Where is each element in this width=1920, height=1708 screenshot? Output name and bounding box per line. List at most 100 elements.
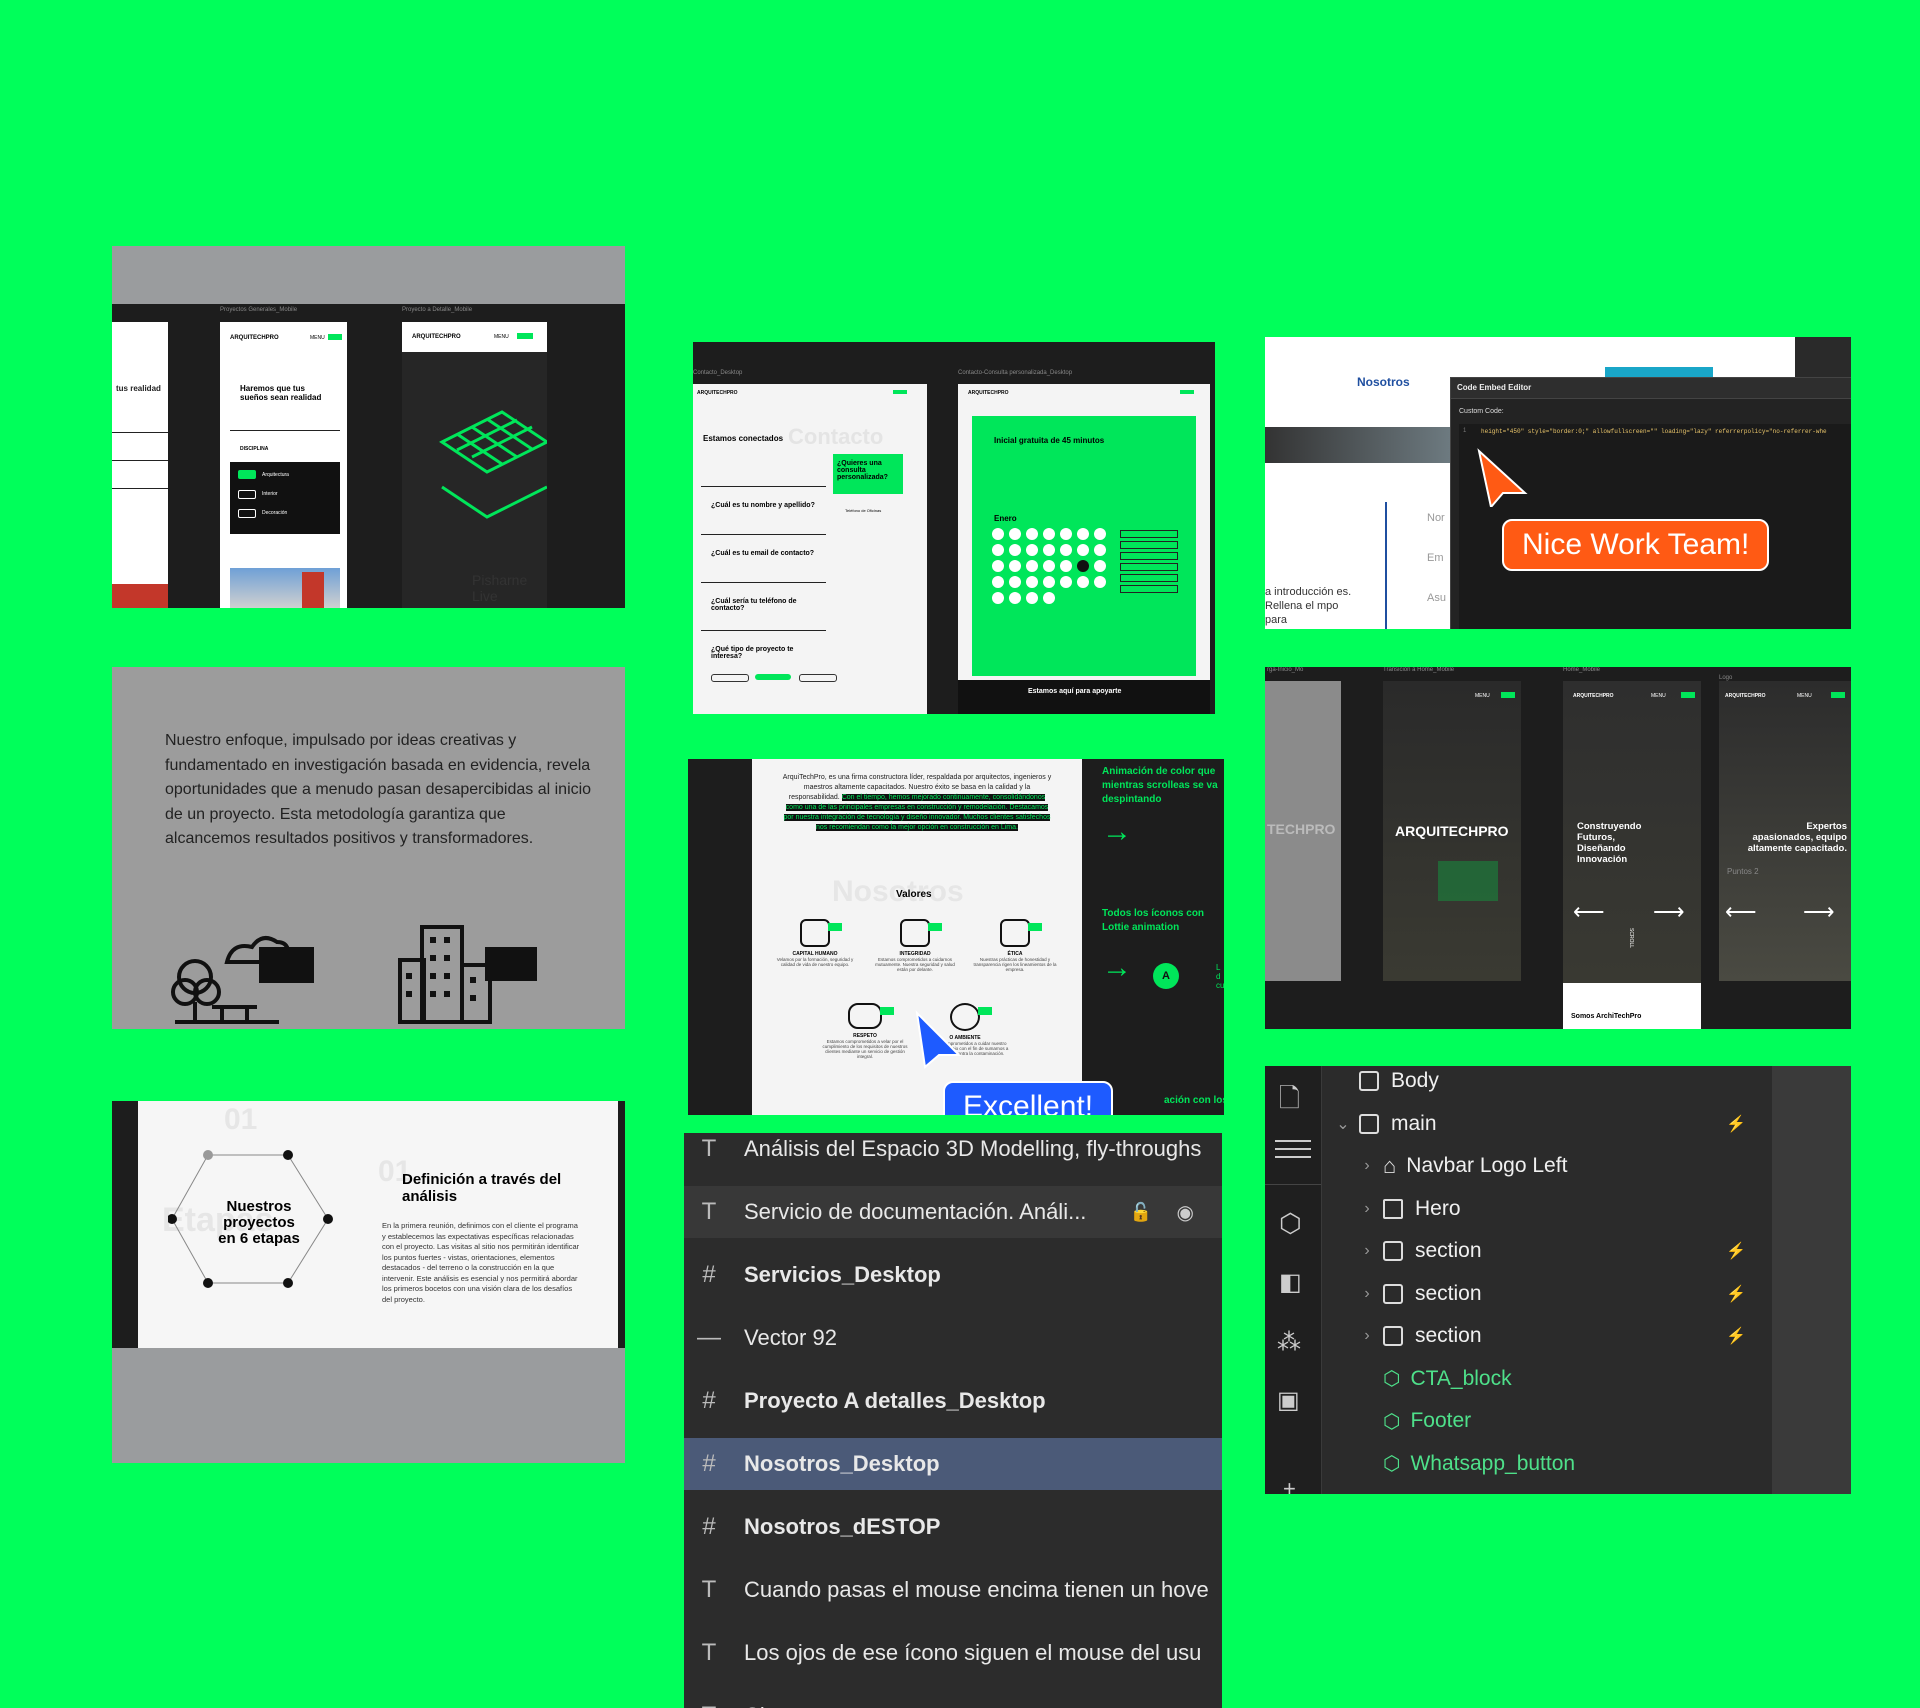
calendar-day[interactable] (1043, 560, 1055, 572)
calendar-day[interactable] (992, 544, 1004, 556)
layer-row[interactable]: T Los ojos de ese ícono siguen el mouse d… (684, 1627, 1222, 1679)
calendar-day[interactable] (1026, 544, 1038, 556)
scroll-indicator: SCROLL (1628, 927, 1635, 949)
arrow-right-icon[interactable]: ⟶ (1803, 899, 1835, 925)
disciplina-dropdown[interactable]: Arquitectura Interior Decoración (230, 462, 340, 534)
menu-button[interactable]: MENU (494, 334, 509, 340)
form-field-name[interactable]: Nor (1427, 512, 1445, 524)
calendar-day[interactable] (1009, 592, 1021, 604)
option-decoracion[interactable]: Decoración (262, 510, 287, 516)
layer-label: Nosotros_Desktop (744, 1451, 940, 1476)
stages-frame: 01 Etapas Nuestros proyectos en 6 etapas… (138, 1101, 618, 1348)
calendar-day[interactable] (1094, 544, 1106, 556)
navigator-item[interactable]: › section ⚡ (1321, 1273, 1772, 1315)
calendar-day[interactable] (1060, 560, 1072, 572)
navigator-item[interactable]: › ⌂ Navbar Logo Left (1321, 1145, 1772, 1187)
calendar-day[interactable] (1060, 576, 1072, 588)
eye-icon[interactable]: ◉ (1177, 1200, 1194, 1225)
components-icon[interactable]: ⬡ (1279, 1208, 1302, 1239)
form-field-subject[interactable]: Asu (1427, 592, 1446, 604)
add-icon[interactable]: + (1283, 1476, 1296, 1494)
layer-row[interactable]: # Servicios_Desktop (684, 1249, 1222, 1301)
navigator-item[interactable]: › section ⚡ (1321, 1230, 1772, 1272)
layer-row[interactable]: T Análisis del Espacio 3D Modelling, fly-… (684, 1133, 1222, 1175)
chevron-right-icon[interactable]: › (1357, 1157, 1377, 1175)
chevron-right-icon[interactable]: › (1357, 1285, 1377, 1303)
calendar-day[interactable] (1077, 560, 1089, 572)
calendar-day[interactable] (1026, 592, 1038, 604)
phone-detail: ARQUITECHPRO MENU Pisharne Live (402, 322, 547, 608)
project-option[interactable] (711, 674, 749, 682)
calendar-day[interactable] (992, 528, 1004, 540)
menu-button[interactable]: MENU (310, 335, 325, 341)
project-option[interactable] (755, 674, 791, 680)
navigator-item[interactable]: › Hero (1321, 1188, 1772, 1230)
option-interior[interactable]: Interior (262, 491, 278, 497)
arrow-right-icon[interactable]: ⟶ (1653, 899, 1685, 925)
calendar-day[interactable] (1009, 560, 1021, 572)
navigator-item[interactable]: ⬡ Whatsapp_button (1321, 1443, 1772, 1485)
time-slots[interactable] (1120, 530, 1178, 600)
custom-code-label: Custom Code: (1459, 408, 1504, 415)
navigator-item[interactable]: Body (1321, 1066, 1772, 1102)
form-field-email[interactable]: Em (1427, 552, 1444, 564)
layer-row[interactable]: T Servicio de documentación. Análi... 🔓 ◉ (684, 1186, 1222, 1238)
consult-bubble[interactable]: ¿Quieres una consulta personalizada? (833, 454, 903, 494)
calendar-day[interactable] (1043, 544, 1055, 556)
menu-icon[interactable] (517, 333, 533, 339)
chevron-right-icon[interactable]: › (1357, 1200, 1377, 1218)
chevron-down-icon[interactable]: ⌄ (1333, 1114, 1353, 1134)
calendar-day[interactable] (1026, 560, 1038, 572)
layer-row[interactable]: # Nosotros_Desktop (684, 1438, 1222, 1490)
layer-row[interactable]: # Nosotros_dESTOP (684, 1501, 1222, 1553)
arrow-left-icon[interactable]: ⟵ (1725, 899, 1757, 925)
calendar-day[interactable] (1026, 576, 1038, 588)
navigator-item[interactable]: ⬡ CTA_block (1321, 1358, 1772, 1400)
calendar-day[interactable] (992, 576, 1004, 588)
calendar-day[interactable] (1026, 528, 1038, 540)
navigator-item[interactable]: ⌄ main ⚡ (1321, 1103, 1772, 1145)
calendar-day[interactable] (1094, 528, 1106, 540)
menu-icon[interactable] (328, 334, 342, 340)
assets-icon[interactable]: ▣ (1277, 1386, 1300, 1415)
layer-row[interactable]: — Vector 92 (684, 1312, 1222, 1364)
calendar-day[interactable] (1060, 544, 1072, 556)
calendar-day[interactable] (1043, 592, 1055, 604)
drops-icon[interactable]: ⁂ (1277, 1328, 1301, 1357)
box-icon (1383, 1326, 1403, 1346)
navigator-item[interactable]: ⬡ Footer (1321, 1400, 1772, 1442)
calendar-day[interactable] (1009, 544, 1021, 556)
calendar-day[interactable] (1077, 528, 1089, 540)
layer-row[interactable]: T Ci (684, 1690, 1222, 1708)
calendar-day[interactable] (1077, 544, 1089, 556)
calendar-day[interactable] (1043, 576, 1055, 588)
calendar-day[interactable] (1043, 528, 1055, 540)
arrow-left-icon[interactable]: ⟵ (1573, 899, 1605, 925)
calendar-day[interactable] (1094, 576, 1106, 588)
navigator-icon[interactable] (1275, 1140, 1311, 1142)
mobile-canvas (112, 304, 625, 608)
calendar-day[interactable] (992, 560, 1004, 572)
lock-icon[interactable]: 🔓 (1130, 1202, 1152, 1223)
chevron-right-icon[interactable]: › (1357, 1327, 1377, 1345)
text-icon: T (701, 1639, 717, 1666)
chevron-right-icon[interactable]: › (1357, 1242, 1377, 1260)
calendar-day[interactable] (1009, 528, 1021, 540)
calendar-day[interactable] (1009, 576, 1021, 588)
layer-row[interactable]: T Cuando pasas el mouse encima tienen un … (684, 1564, 1222, 1616)
enfoque-panel: Nuestro enfoque, impulsado por ideas cre… (112, 667, 625, 1029)
option-arquitectura[interactable]: Arquitectura (262, 472, 289, 478)
calendar-day[interactable] (1094, 560, 1106, 572)
layer-row[interactable]: # Proyecto A detalles_Desktop (684, 1375, 1222, 1427)
calendar-day[interactable] (1077, 576, 1089, 588)
calendar-grid[interactable] (992, 528, 1112, 608)
calendar-day[interactable] (1060, 528, 1072, 540)
nav-nosotros[interactable]: Nosotros (1357, 375, 1410, 389)
page-icon[interactable]: 🗋 (1279, 1080, 1300, 1124)
calendar-day[interactable] (992, 592, 1004, 604)
navigator-item[interactable]: › section ⚡ (1321, 1315, 1772, 1357)
project-option[interactable] (799, 674, 837, 682)
style-icon[interactable]: ◧ (1279, 1268, 1302, 1297)
frame-label: Transición a Home_Mobile (1383, 667, 1455, 673)
webflow-sidebar: 🗋 ⬡ ◧ ⁂ ▣ + (1265, 1066, 1322, 1494)
